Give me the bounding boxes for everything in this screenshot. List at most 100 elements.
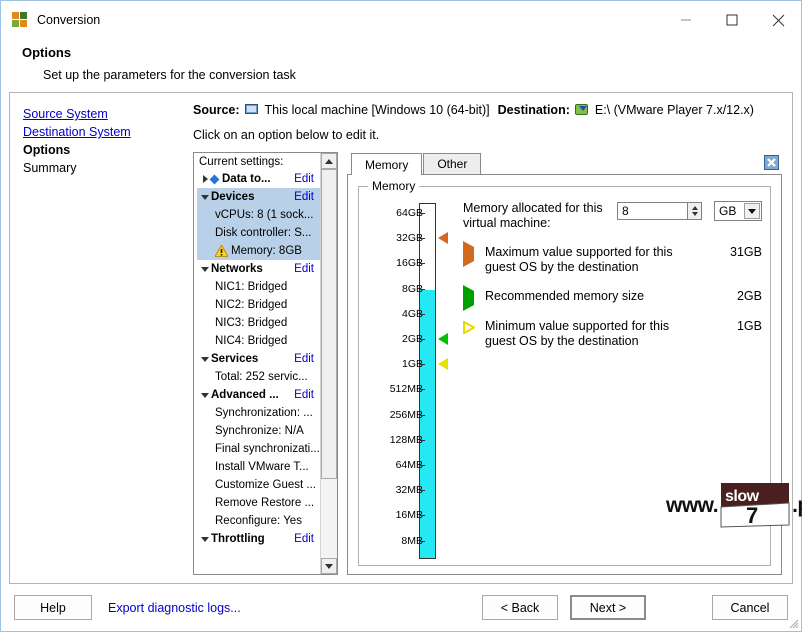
stepper-buttons[interactable] (687, 202, 702, 220)
slider-tick-mark (420, 515, 425, 517)
sidebar-item-label: Options (23, 143, 71, 157)
tree-row-edit-link[interactable]: Edit (294, 389, 320, 401)
scrollbar-thumb[interactable] (321, 169, 337, 479)
tab-label: Other (437, 157, 468, 171)
stepper-up-icon[interactable] (691, 206, 698, 210)
tree-row-label: Disk controller: S... (215, 227, 312, 239)
scroll-down-button[interactable] (321, 558, 337, 574)
tree-row-label: Services (211, 353, 259, 365)
tree-row[interactable]: Memory: 8GB (197, 242, 320, 260)
sidebar-item-label: Summary (23, 161, 77, 175)
slider-tick-mark (420, 439, 425, 441)
tree-row[interactable]: Networks Edit (197, 260, 320, 278)
slider-tick-label: 16GB (396, 257, 423, 270)
chevron-down-icon[interactable] (744, 203, 760, 219)
vm-import-icon (574, 103, 590, 117)
tree-row-label: Synchronization: ... (215, 407, 313, 419)
tab-strip: Memory Other (347, 152, 782, 175)
watermark: www. slow 7 . (666, 481, 802, 531)
memory-amount-stepper[interactable]: 8 (617, 202, 702, 220)
destination-label: Destination: (497, 103, 570, 117)
chevron-down-icon[interactable] (199, 356, 211, 362)
back-button[interactable]: < Back (482, 595, 558, 620)
tree-row[interactable]: NIC4: Bridged (197, 332, 320, 350)
tree-row[interactable]: Customize Guest ... (197, 476, 320, 494)
sidebar-item-options[interactable]: Options (23, 142, 163, 159)
scrollbar-track[interactable] (321, 169, 337, 558)
cancel-button[interactable]: Cancel (712, 595, 788, 620)
slider-tick-label: 512MB (389, 383, 423, 396)
memory-legend-row: Minimum value supported for this guest OS… (463, 319, 762, 349)
memory-group-title: Memory (368, 179, 420, 193)
tree-scrollbar[interactable] (320, 153, 337, 574)
close-icon[interactable] (755, 1, 801, 39)
tree-row[interactable]: Final synchronizati... (197, 440, 320, 458)
tree-row[interactable]: Synchronize: N/A (197, 422, 320, 440)
tree-row-edit-link[interactable]: Edit (294, 533, 320, 545)
title-bar: Conversion (1, 1, 801, 39)
tree-row[interactable]: Throttling Edit (197, 530, 320, 548)
tree-row-label: Data to... (222, 173, 271, 185)
tree-row[interactable]: Devices Edit (197, 188, 320, 206)
dialog-footer: Help Export diagnostic logs... < Back Ne… (1, 584, 801, 631)
slider-tick-label: 64GB (396, 207, 423, 219)
memory-legend-row: Maximum value supported for this guest OS… (463, 241, 762, 275)
tree-row[interactable]: Advanced ... Edit (197, 386, 320, 404)
tree-row-edit-link[interactable]: Edit (294, 263, 320, 275)
tree-row-label: NIC4: Bridged (215, 335, 288, 347)
tree-row-edit-link[interactable]: Edit (294, 191, 320, 203)
maximize-icon[interactable] (709, 1, 755, 39)
slider-tick-mark (420, 288, 425, 290)
tree-row[interactable]: Install VMware T... (197, 458, 320, 476)
watermark-suffix: .pl (792, 494, 802, 517)
minimize-icon[interactable] (663, 1, 709, 39)
tab-label: Memory (365, 157, 409, 172)
tree-row[interactable]: Data to... Edit (197, 170, 320, 188)
tree-row-label: Throttling (211, 533, 265, 545)
slider-track[interactable] (419, 203, 436, 559)
tree-row[interactable]: NIC1: Bridged (197, 278, 320, 296)
help-button[interactable]: Help (14, 595, 92, 620)
stepper-down-icon[interactable] (691, 212, 698, 216)
allocation-label-line2: virtual machine: (463, 216, 551, 230)
chevron-down-icon[interactable] (199, 194, 211, 200)
tab-other[interactable]: Other (423, 153, 482, 174)
legend-triangle-icon (463, 320, 477, 337)
panel-close-icon[interactable] (762, 153, 780, 171)
tree-row-label: vCPUs: 8 (1 sock... (215, 209, 314, 221)
memory-amount-input[interactable]: 8 (617, 202, 687, 220)
tree-row[interactable]: Remove Restore ... (197, 494, 320, 512)
tree-row[interactable]: NIC3: Bridged (197, 314, 320, 332)
sidebar-item-source-system[interactable]: Source System (23, 106, 163, 123)
tree-row[interactable]: Total: 252 servic... (197, 368, 320, 386)
tree-row-label: Advanced ... (211, 389, 279, 401)
export-diagnostic-logs-link[interactable]: Export diagnostic logs... (108, 601, 241, 615)
tree-row[interactable]: Reconfigure: Yes (197, 512, 320, 530)
legend-text-line2: guest OS by the destination (485, 334, 639, 348)
slow7-flag-logo: slow 7 (719, 481, 791, 531)
legend-text-line1: Recommended memory size (485, 289, 645, 303)
scroll-up-button[interactable] (321, 153, 337, 169)
slider-tick-mark (420, 414, 425, 416)
tab-memory[interactable]: Memory (351, 153, 423, 175)
next-button[interactable]: Next > (570, 595, 646, 620)
slider-tick-label: 64MB (395, 459, 423, 471)
memory-unit-select[interactable]: GB (714, 201, 762, 221)
chevron-down-icon[interactable] (199, 266, 211, 272)
tree-row[interactable]: Services Edit (197, 350, 320, 368)
slider-tick-mark (420, 263, 425, 265)
resize-grip[interactable] (787, 617, 799, 629)
sidebar-item-destination-system[interactable]: Destination System (23, 124, 163, 141)
chevron-down-icon[interactable] (199, 392, 211, 398)
chevron-down-icon[interactable] (199, 536, 211, 542)
tree-row-edit-link[interactable]: Edit (294, 353, 320, 365)
memory-slider[interactable]: 64GB 32GB 16GB 8GB 4GB 2GB 1GB 512MB 256MB 128MB 6… (367, 199, 451, 559)
tree-row-edit-link[interactable]: Edit (294, 173, 320, 185)
sidebar-item-summary[interactable]: Summary (23, 160, 163, 177)
tree-row[interactable]: NIC2: Bridged (197, 296, 320, 314)
tree-row[interactable]: Synchronization: ... (197, 404, 320, 422)
settings-tree[interactable]: Current settings: Data to... Edit Devices E… (194, 153, 320, 574)
tree-row[interactable]: Disk controller: S... (197, 224, 320, 242)
allocation-label-line1: Memory allocated for this (463, 201, 603, 215)
tree-row[interactable]: vCPUs: 8 (1 sock... (197, 206, 320, 224)
